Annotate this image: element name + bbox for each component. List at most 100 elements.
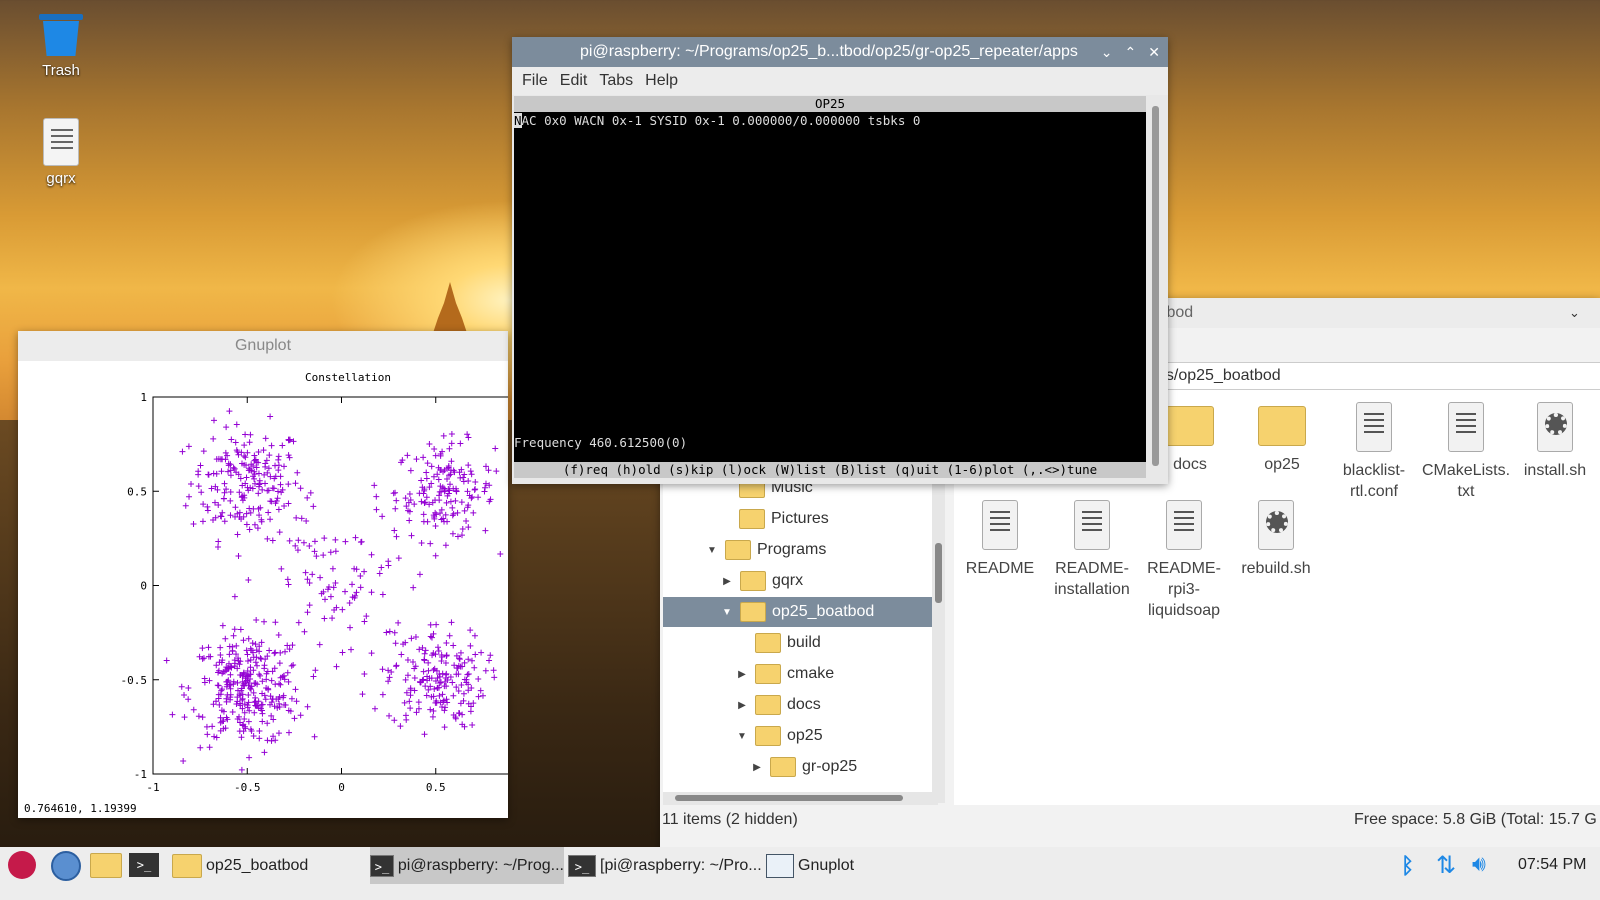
file-item[interactable]: README xyxy=(954,496,1046,579)
tree-item[interactable]: ▶ cmake xyxy=(735,659,834,689)
tree-item[interactable]: build xyxy=(735,628,821,658)
data-point xyxy=(465,524,472,531)
data-point xyxy=(199,518,206,525)
terminal-titlebar[interactable]: pi@raspberry: ~/Programs/op25_b...tbod/o… xyxy=(512,37,1168,67)
file-item[interactable]: README- installation xyxy=(1046,496,1138,600)
taskbar-item-terminal[interactable]: >_ [pi@raspberry: ~/Pro... xyxy=(568,847,762,884)
clock[interactable]: 07:54 PM xyxy=(1518,856,1586,874)
file-item[interactable]: op25 xyxy=(1236,398,1328,475)
tree-item-selected[interactable]: ▼ op25_boatbod xyxy=(663,597,938,627)
plot-area[interactable]: Constellation -1-0.500.5110.50-0.5-1 0.7… xyxy=(18,361,533,818)
data-point xyxy=(443,639,450,646)
data-point xyxy=(459,526,466,532)
expand-arrow-icon[interactable]: ▼ xyxy=(705,545,719,556)
data-point xyxy=(228,436,235,443)
data-point xyxy=(349,581,356,588)
expand-arrow-icon[interactable]: ▶ xyxy=(720,576,734,587)
data-point xyxy=(468,657,475,664)
data-point xyxy=(250,667,257,674)
taskbar-item-terminal-active[interactable]: >_ pi@raspberry: ~/Prog... xyxy=(370,847,564,884)
expand-arrow-icon[interactable]: ▶ xyxy=(735,700,749,711)
desktop-icon-trash[interactable]: Trash xyxy=(21,14,101,79)
tree-item[interactable]: Pictures xyxy=(723,504,829,534)
terminal-scrollbar[interactable] xyxy=(1148,96,1164,478)
chevron-down-icon[interactable]: ⌄ xyxy=(1569,298,1580,328)
text-file-icon xyxy=(1166,500,1202,550)
data-point xyxy=(195,713,202,720)
data-point xyxy=(204,507,211,514)
terminal-launcher-icon[interactable]: >_ xyxy=(129,853,159,877)
file-item[interactable]: CMakeLists. txt xyxy=(1420,398,1512,502)
data-point xyxy=(265,509,272,516)
data-point xyxy=(205,644,212,651)
network-icon[interactable]: ⇅ xyxy=(1436,851,1456,880)
path-bar[interactable]: ns/op25_boatbod xyxy=(1150,362,1600,390)
close-icon[interactable]: ✕ xyxy=(1148,44,1160,61)
expand-arrow-icon[interactable]: ▼ xyxy=(720,607,734,618)
file-item[interactable]: rebuild.sh xyxy=(1230,496,1322,579)
data-point xyxy=(306,542,313,549)
data-point xyxy=(422,683,429,690)
data-point xyxy=(243,510,250,517)
bluetooth-icon[interactable]: ᛒ xyxy=(1401,853,1414,879)
tree-item[interactable]: ▶ docs xyxy=(735,690,821,720)
data-point xyxy=(359,691,366,698)
menu-help[interactable]: Help xyxy=(641,72,682,90)
menu-file[interactable]: File xyxy=(518,72,552,90)
data-point xyxy=(264,737,271,744)
minimize-icon[interactable]: ⌄ xyxy=(1101,44,1113,61)
data-point xyxy=(180,758,187,765)
file-item[interactable]: README- rpi3- liquidsoap xyxy=(1138,496,1230,621)
tree-item[interactable]: ▼ Programs xyxy=(705,535,826,565)
data-point xyxy=(386,628,393,635)
web-browser-icon[interactable] xyxy=(51,851,81,881)
expand-arrow-icon[interactable]: ▶ xyxy=(750,762,764,773)
data-point xyxy=(210,435,217,442)
script-file-icon xyxy=(1537,402,1573,452)
expand-arrow-icon[interactable]: ▶ xyxy=(735,669,749,680)
directory-tree[interactable]: Music Pictures ▼ Programs ▶ gqrx ▼ op25_boa… xyxy=(663,473,938,795)
data-point xyxy=(464,431,471,438)
taskbar-item-gnuplot[interactable]: Gnuplot xyxy=(766,847,960,884)
gnuplot-titlebar[interactable]: Gnuplot xyxy=(18,331,508,361)
data-point xyxy=(310,503,317,510)
tree-vertical-scrollbar[interactable] xyxy=(932,473,945,803)
maximize-icon[interactable]: ⌃ xyxy=(1125,44,1137,61)
file-manager-launcher-icon[interactable] xyxy=(90,853,122,878)
data-point xyxy=(320,552,327,559)
menu-tabs[interactable]: Tabs xyxy=(595,72,637,90)
menu-edit[interactable]: Edit xyxy=(556,72,592,90)
data-point xyxy=(179,448,186,455)
data-point xyxy=(471,632,478,639)
data-point xyxy=(444,518,451,525)
data-point xyxy=(339,606,346,613)
file-item[interactable]: install.sh xyxy=(1509,398,1600,481)
raspberry-menu-icon[interactable] xyxy=(8,851,36,879)
data-point xyxy=(413,456,420,463)
data-point xyxy=(435,476,442,483)
tree-item[interactable]: ▼ op25 xyxy=(735,721,823,751)
volume-icon[interactable]: 🔊︎ xyxy=(1472,851,1486,877)
expand-arrow-icon[interactable]: ▼ xyxy=(735,731,749,742)
file-item[interactable]: blacklist- rtl.conf xyxy=(1328,398,1420,502)
desktop-icon-gqrx[interactable]: gqrx xyxy=(21,118,101,187)
data-point xyxy=(391,629,398,636)
data-point xyxy=(245,635,252,642)
data-point xyxy=(479,692,486,699)
data-point xyxy=(261,749,268,756)
terminal-screen[interactable]: OP25 NAC 0x0 WACN 0x-1 SYSID 0x-1 0.0000… xyxy=(514,96,1146,478)
data-point xyxy=(467,468,474,475)
data-point xyxy=(453,488,460,495)
tree-item[interactable]: ▶ gr-op25 xyxy=(750,752,857,782)
tree-horizontal-scrollbar[interactable] xyxy=(663,792,938,805)
data-point xyxy=(482,527,489,534)
data-point xyxy=(454,533,461,540)
tree-item[interactable]: ▶ gqrx xyxy=(720,566,803,596)
data-point xyxy=(311,538,318,545)
taskbar-item-file-manager[interactable]: op25_boatbod xyxy=(172,847,362,884)
data-point xyxy=(275,456,282,463)
data-point xyxy=(245,692,252,699)
data-point xyxy=(294,469,301,476)
data-point xyxy=(213,734,220,741)
item-count: 11 items (2 hidden) xyxy=(662,811,798,828)
